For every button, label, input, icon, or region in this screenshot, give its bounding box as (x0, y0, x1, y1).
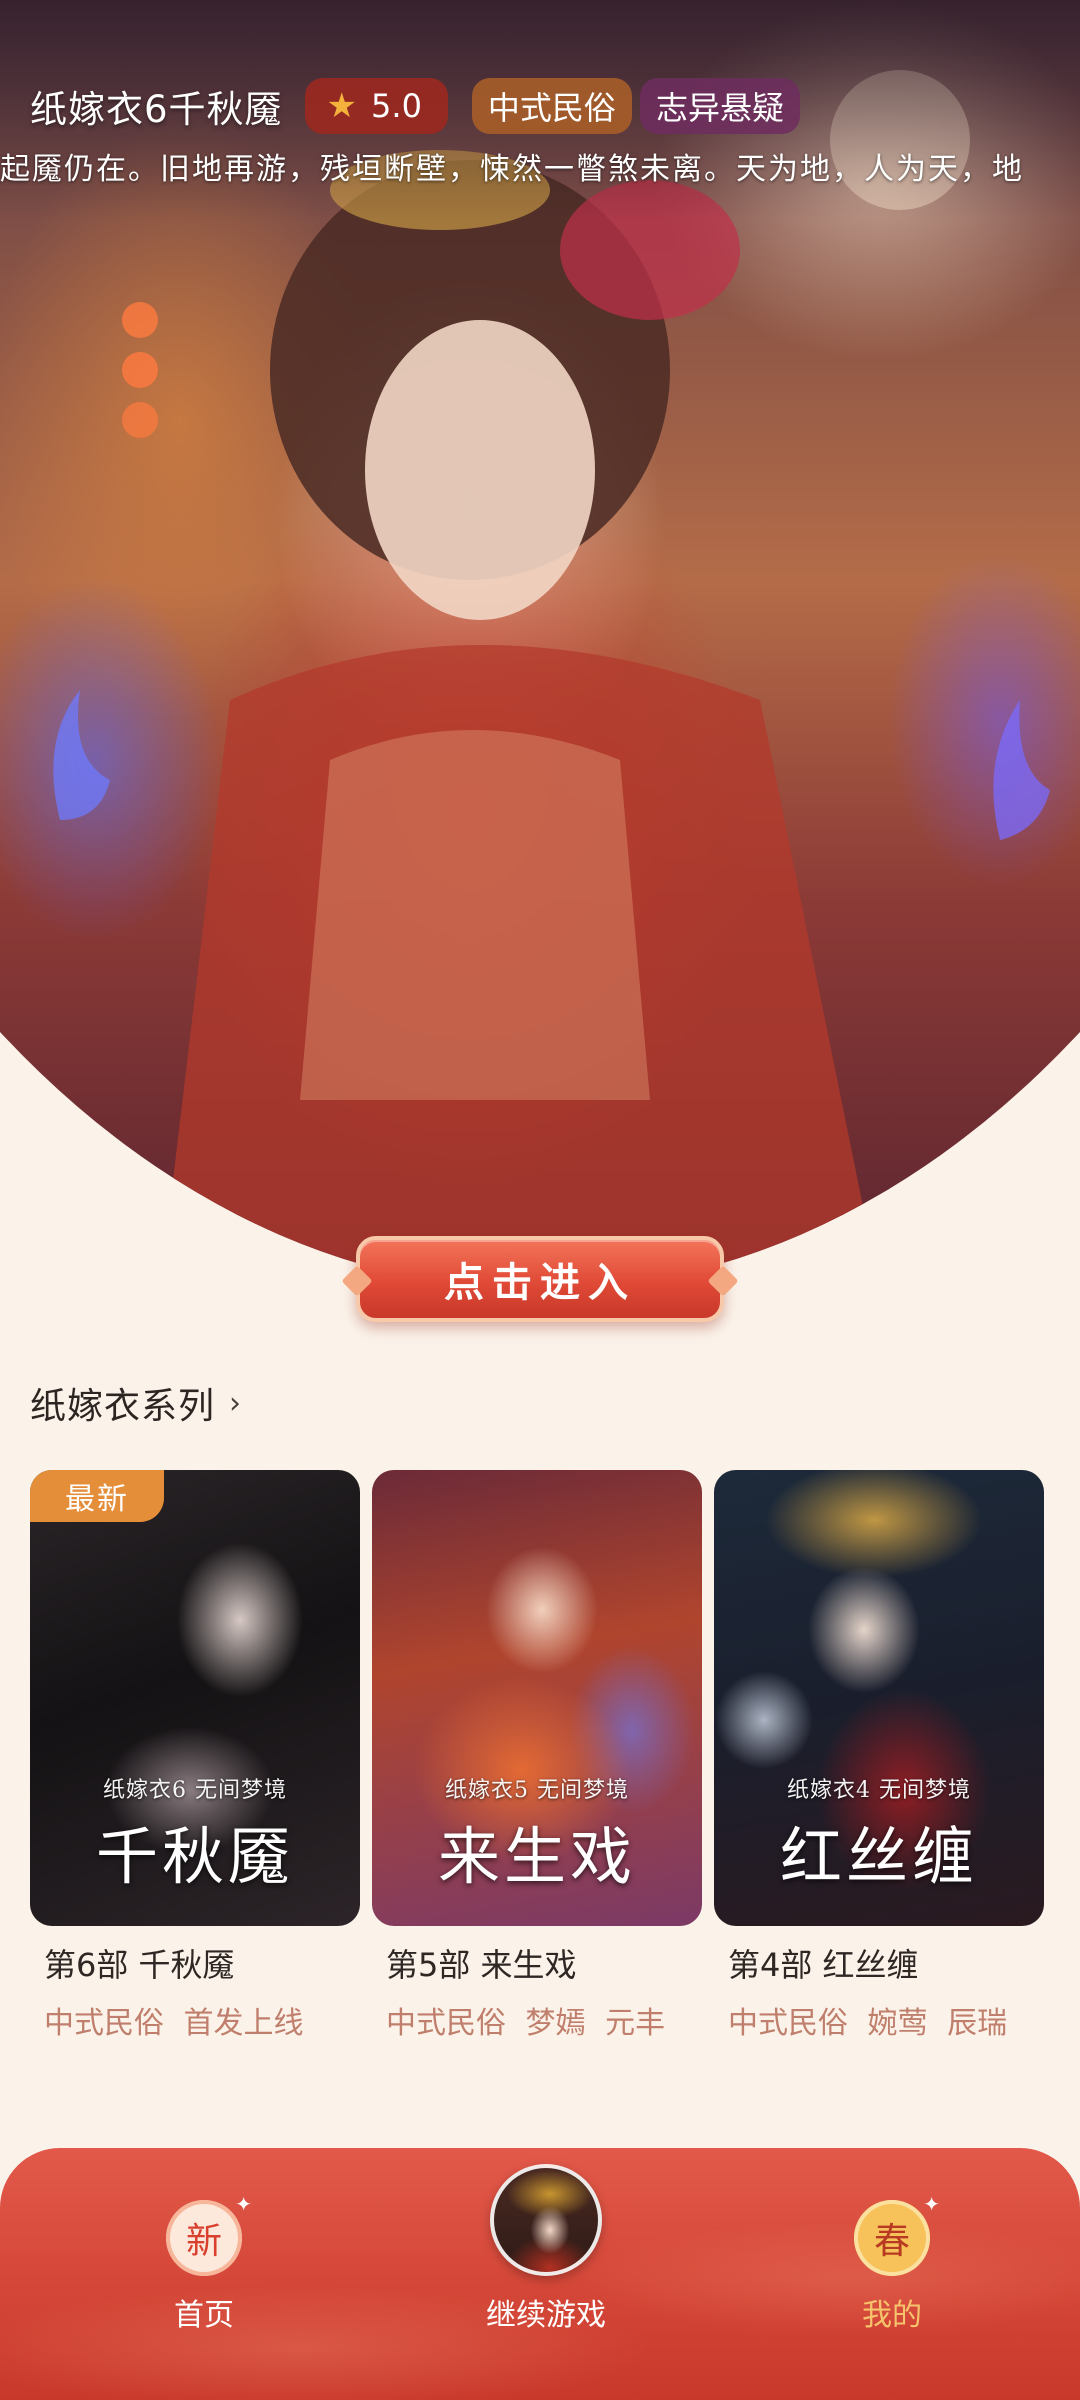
story-marquee: 起魇仍在。旧地再游，残垣断壁，悚然一瞥煞未离。天为地，人为天，地 (0, 144, 1080, 192)
button-ornament (707, 1265, 739, 1297)
cover-title: 千秋魇 (95, 1820, 294, 1893)
enter-game-button[interactable]: 点击进入 (341, 1236, 739, 1322)
card-tags: 中式民俗 梦嫣 元丰 (372, 1998, 702, 2042)
series-card[interactable]: 最新 纸嫁衣6 无间梦境 千秋魇 第6部 千秋魇 中式民俗 首发上线 (30, 1470, 360, 2042)
spring-seal-icon: 春 ✦ (854, 2192, 940, 2276)
game-title: 纸嫁衣6千秋魇 (30, 88, 283, 131)
rating-value: 5.0 (371, 87, 422, 125)
card-name: 第4部 红丝缠 (728, 1946, 919, 1984)
genre-tag: 中式民俗 (471, 78, 632, 134)
card-cover[interactable]: 纸嫁衣5 无间梦境 来生戏 (372, 1470, 702, 1926)
card-cover[interactable]: 纸嫁衣4 无间梦境 红丝缠 (714, 1470, 1044, 1926)
cover-caption: 纸嫁衣5 无间梦境 (445, 1778, 629, 1803)
sparkle-icon: ✦ (235, 2192, 252, 2216)
cover-title: 来生戏 (437, 1820, 636, 1893)
card-tag: 首发上线 (183, 2006, 304, 2041)
hero-banner[interactable]: 纸嫁衣6千秋魇 ★ 5.0 中式民俗 志异悬疑 起魇仍在。旧地再游，残垣断壁，悚… (0, 0, 1080, 1290)
cover-caption: 纸嫁衣6 无间梦境 (103, 1778, 287, 1803)
cover-caption: 纸嫁衣4 无间梦境 (787, 1778, 971, 1803)
chevron-right-icon: › (229, 1385, 242, 1421)
new-badge: 最新 (30, 1470, 164, 1522)
cover-title: 红丝缠 (779, 1820, 978, 1893)
card-tag: 梦嫣 (525, 2006, 586, 2041)
card-name: 第5部 来生戏 (386, 1946, 577, 1984)
card-tag: 婉莺 (867, 2006, 928, 2041)
card-tag: 中式民俗 (386, 2006, 506, 2041)
series-card[interactable]: 纸嫁衣5 无间梦境 来生戏 第5部 来生戏 中式民俗 梦嫣 元丰 (372, 1470, 702, 2042)
card-name: 第6部 千秋魇 (44, 1946, 235, 1984)
card-tag: 元丰 (605, 2006, 666, 2041)
bottom-nav: 新 ✦ 首页 继续游戏 春 ✦ 我的 (0, 2148, 1080, 2400)
nav-continue-label: 继续游戏 (486, 2298, 606, 2333)
spring-seal-glyph: 春 (873, 2221, 910, 2262)
player-avatar (490, 2164, 602, 2276)
title-row: 纸嫁衣6千秋魇 ★ 5.0 中式民俗 志异悬疑 (30, 76, 808, 136)
series-card[interactable]: 纸嫁衣4 无间梦境 红丝缠 第4部 红丝缠 中式民俗 婉莺 辰瑞 (714, 1470, 1044, 2042)
nav-mine-label: 我的 (862, 2298, 922, 2333)
app-root: 纸嫁衣6千秋魇 ★ 5.0 中式民俗 志异悬疑 起魇仍在。旧地再游，残垣断壁，悚… (0, 0, 1080, 2400)
rating-badge: ★ 5.0 (304, 78, 448, 134)
card-tag: 中式民俗 (44, 2006, 164, 2041)
star-icon: ★ (326, 86, 358, 126)
card-tag: 中式民俗 (728, 2006, 848, 2041)
card-tag: 辰瑞 (947, 2006, 1008, 2041)
series-header[interactable]: 纸嫁衣系列 › (30, 1376, 241, 1430)
card-cover[interactable]: 最新 纸嫁衣6 无间梦境 千秋魇 (30, 1470, 360, 1926)
home-seal-glyph: 新 (185, 2221, 222, 2262)
sparkle-icon: ✦ (923, 2192, 940, 2216)
genre-tag: 志异悬疑 (639, 78, 800, 134)
button-ornament (341, 1265, 373, 1297)
card-tags: 中式民俗 首发上线 (30, 1998, 360, 2042)
nav-continue[interactable]: 继续游戏 (446, 2164, 646, 2350)
enter-game-label: 点击进入 (444, 1260, 636, 1306)
story-marquee-text: 起魇仍在。旧地再游，残垣断壁，悚然一瞥煞未离。天为地，人为天，地 (0, 152, 1024, 187)
nav-mine[interactable]: 春 ✦ 我的 (792, 2192, 992, 2350)
nav-home[interactable]: 新 ✦ 首页 (104, 2192, 304, 2350)
nav-home-label: 首页 (174, 2298, 234, 2333)
home-seal-icon: 新 ✦ (166, 2192, 252, 2276)
card-tags: 中式民俗 婉莺 辰瑞 (714, 1998, 1044, 2042)
series-title: 纸嫁衣系列 (30, 1386, 216, 1427)
